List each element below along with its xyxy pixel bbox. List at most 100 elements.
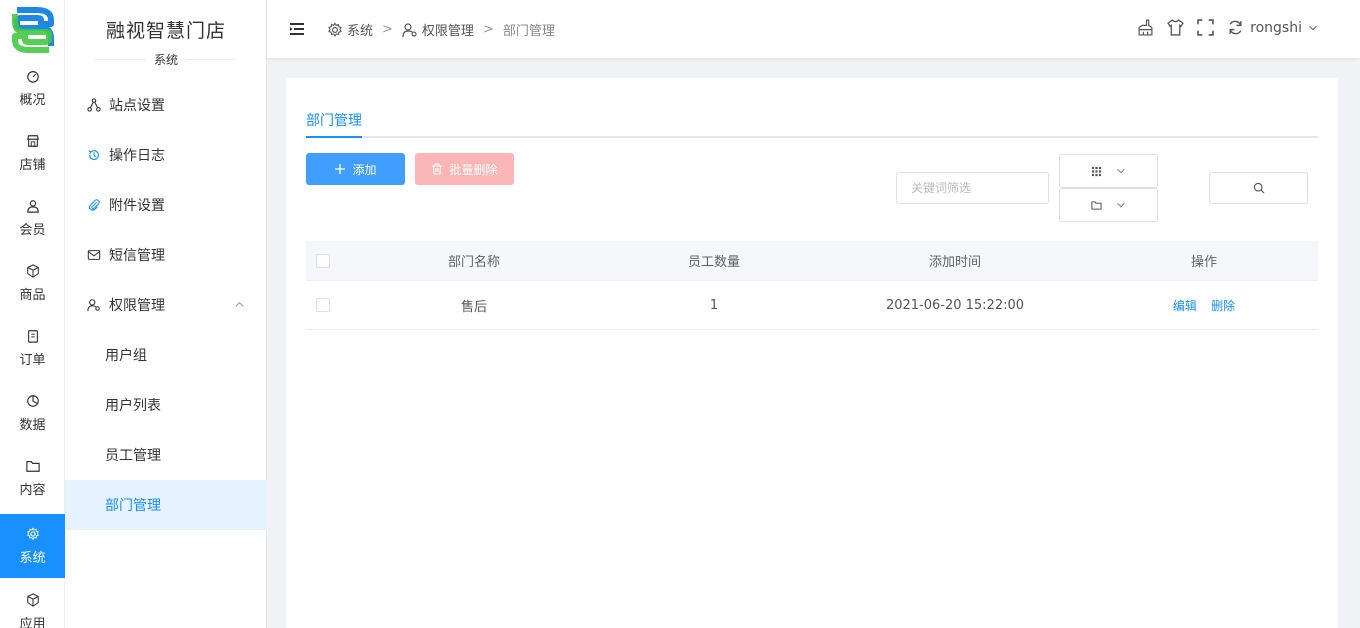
- paperclip-icon: [88, 199, 100, 211]
- grid-view-select[interactable]: [1059, 154, 1158, 188]
- brand-title: 融视智慧门店: [105, 20, 226, 42]
- history-icon: [88, 150, 99, 160]
- tshirt-icon[interactable]: [1167, 19, 1184, 36]
- select-all-cell: [306, 253, 340, 268]
- table-row: 售后 1 2021-06-20 15:22:00 编辑 删除: [306, 281, 1318, 330]
- grid-icon: [1091, 166, 1102, 176]
- breadcrumb: 系统 > 权限管理 > 部门管理: [327, 20, 555, 39]
- mail-icon: [87, 250, 101, 260]
- tab-department-management[interactable]: 部门管理: [306, 108, 362, 138]
- batch-delete-button[interactable]: 批量删除: [415, 153, 514, 185]
- chevron-down-icon: [1117, 202, 1125, 208]
- menu-item-label: 用户组: [105, 348, 147, 364]
- refresh-icon[interactable]: [1227, 19, 1244, 36]
- added-time: 2021-06-20 15:22:00: [885, 297, 1025, 313]
- fullscreen-icon[interactable]: [1197, 19, 1214, 36]
- menu-item-department-management[interactable]: 部门管理: [65, 480, 267, 530]
- menu-item-label: 附件设置: [109, 198, 165, 214]
- row-select-cell: [306, 298, 340, 312]
- column-header: 部门名称: [447, 255, 500, 270]
- rail-item-overview[interactable]: 概况: [0, 56, 65, 120]
- rail-item-system[interactable]: 系统: [0, 514, 65, 578]
- column-header: 员工数量: [687, 255, 740, 270]
- brush-icon[interactable]: [1137, 19, 1154, 36]
- dashboard-icon: [26, 70, 39, 83]
- trash-icon: [432, 163, 443, 175]
- chevron-up-icon: [235, 301, 244, 307]
- folder-select[interactable]: [1059, 188, 1158, 222]
- add-button[interactable]: 添加: [306, 153, 405, 185]
- row-checkbox[interactable]: [316, 298, 330, 312]
- rail-item-content[interactable]: 内容: [0, 446, 65, 510]
- select-all-checkbox[interactable]: [316, 253, 330, 268]
- table-header: 部门名称 员工数量 添加时间 操作: [306, 241, 1318, 281]
- breadcrumb-separator: >: [382, 22, 393, 37]
- column-header: 添加时间: [928, 255, 981, 270]
- rail-item-label: 应用: [19, 616, 46, 628]
- menu-item-label: 用户列表: [105, 398, 161, 414]
- rail-item-label: 数据: [19, 417, 46, 433]
- menu-item-site-settings[interactable]: 站点设置: [65, 80, 267, 130]
- rail-item-label: 商品: [19, 287, 46, 303]
- staff-count: 1: [709, 297, 719, 313]
- rail-item-member[interactable]: 会员: [0, 186, 65, 250]
- user-menu[interactable]: rongshi: [1250, 20, 1302, 36]
- department-name: 售后: [460, 299, 487, 315]
- pie-chart-icon: [26, 394, 39, 407]
- user-icon: [26, 199, 39, 213]
- folder-icon: [1091, 200, 1102, 210]
- menu-item-label: 短信管理: [109, 248, 165, 264]
- menu-item-sms-management[interactable]: 短信管理: [65, 230, 267, 280]
- cube-icon: [26, 592, 39, 607]
- clipboard-icon: [27, 329, 38, 343]
- top-header: 系统 > 权限管理 > 部门管理 rongshi: [267, 0, 1360, 58]
- rail-item-label: 会员: [19, 222, 46, 238]
- menu-toggle-icon[interactable]: [289, 22, 305, 36]
- menu-item-label: 权限管理: [109, 298, 165, 314]
- menu-item-attachment-settings[interactable]: 附件设置: [65, 180, 267, 230]
- menu-item-operation-log[interactable]: 操作日志: [65, 130, 267, 180]
- box-icon: [26, 263, 39, 278]
- rail-item-data[interactable]: 数据: [0, 381, 65, 445]
- rail-item-goods[interactable]: 商品: [0, 251, 65, 315]
- plus-icon: [335, 164, 346, 174]
- menu-item-label: 部门管理: [105, 498, 161, 514]
- chevron-down-icon: [1117, 168, 1125, 174]
- main-card: 部门管理 添加 批量删除 部门名称 员工数量 添加时间 操作 售后 1 2021…: [286, 78, 1338, 628]
- user-key-icon: [87, 299, 100, 312]
- search-button[interactable]: [1209, 172, 1308, 204]
- menu-item-label: 站点设置: [109, 98, 165, 114]
- rail-item-app[interactable]: 应用: [0, 580, 65, 628]
- delete-link[interactable]: 删除: [1211, 299, 1235, 313]
- secondary-sidebar: 融视智慧门店 系统 站点设置 操作日志 附件设置 短信管理 权限管理 用户组 用…: [65, 0, 267, 628]
- rail-item-shop[interactable]: 店铺: [0, 121, 65, 185]
- folder-icon: [25, 460, 40, 472]
- menu-item-permission-management[interactable]: 权限管理: [65, 280, 267, 330]
- section-caption: 系统: [65, 51, 267, 68]
- search-icon: [1253, 182, 1264, 194]
- chevron-down-icon[interactable]: [1308, 23, 1318, 33]
- breadcrumb-separator: >: [482, 22, 494, 37]
- gear-icon: [328, 22, 342, 37]
- menu-item-user-group[interactable]: 用户组: [65, 330, 267, 380]
- menu-item-label: 员工管理: [105, 448, 161, 464]
- header-actions: rongshi: [1124, 19, 1318, 36]
- keyword-filter-input[interactable]: [896, 172, 1049, 204]
- menu-item-user-list[interactable]: 用户列表: [65, 380, 267, 430]
- breadcrumb-item-current: 部门管理: [502, 24, 555, 39]
- rail-item-order[interactable]: 订单: [0, 316, 65, 380]
- user-key-icon: [402, 22, 417, 37]
- edit-link[interactable]: 编辑: [1173, 299, 1197, 313]
- department-table: 部门名称 员工数量 添加时间 操作 售后 1 2021-06-20 15:22:…: [306, 241, 1318, 330]
- menu-item-staff-management[interactable]: 员工管理: [65, 430, 267, 480]
- rail-item-label: 概况: [19, 92, 46, 108]
- rail-item-label: 订单: [19, 352, 46, 368]
- primary-rail: 概况 店铺 会员 商品 订单 数据 内容 系统 应用: [0, 0, 65, 628]
- breadcrumb-item-permission[interactable]: 权限管理: [402, 20, 474, 39]
- rail-item-label: 店铺: [19, 157, 46, 173]
- breadcrumb-item-system[interactable]: 系统: [327, 20, 373, 39]
- menu-item-label: 操作日志: [109, 148, 165, 164]
- brand-logo-icon: [12, 7, 54, 53]
- rail-item-label: 系统: [19, 550, 46, 566]
- shop-icon: [26, 134, 39, 147]
